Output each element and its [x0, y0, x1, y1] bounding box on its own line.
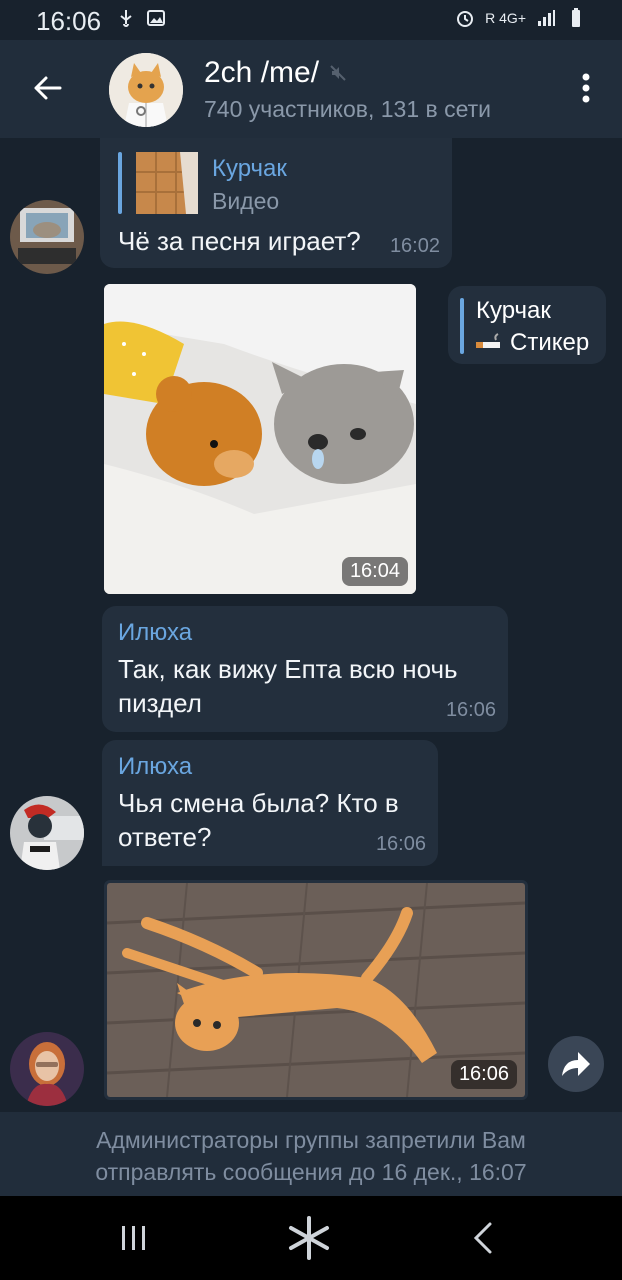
cat-laptop-avatar: [10, 200, 84, 274]
image-icon: [147, 10, 165, 26]
reply-type: Видео: [212, 188, 280, 214]
santa-avatar: [10, 796, 84, 870]
media-time: 16:06: [450, 1060, 517, 1089]
message-time: 16:06: [445, 699, 496, 721]
photo-message[interactable]: 16:06: [104, 880, 528, 1100]
alarm-icon: [457, 11, 474, 27]
message-bubble[interactable]: Курчак Видео Чё за песня играет? 16:02: [100, 138, 452, 268]
battery-icon: [572, 8, 580, 27]
video-thumbnail-image: [136, 152, 198, 214]
reply-type: Стикер: [510, 329, 590, 356]
usb-icon: [120, 10, 132, 27]
message-sender: Илюха: [118, 753, 193, 780]
network-type-label: R 4G+: [485, 10, 526, 26]
reply-sender: Курчак: [212, 155, 287, 182]
system-nav-bar: [0, 1196, 622, 1280]
avatar[interactable]: [10, 1032, 84, 1106]
recent-apps-icon[interactable]: [110, 1216, 158, 1260]
message-bubble[interactable]: Илюха Чья смена была? Кто в ответе? 16:0…: [102, 740, 438, 866]
restriction-line-2: отправлять сообщения до 16 дек., 16:07: [95, 1159, 527, 1185]
cigarette-icon: [476, 333, 500, 348]
more-vertical-icon[interactable]: [580, 72, 592, 104]
media-time: 16:04: [341, 557, 408, 586]
crying-cat-photo: [104, 284, 416, 594]
message-text: Так, как вижу Епта всю ночь пиздел: [118, 654, 458, 718]
reply-indicator: [460, 298, 464, 354]
status-icons-left: [116, 8, 166, 28]
restriction-notice: Администраторы группы запретили Вам отпр…: [0, 1112, 622, 1196]
status-icons-right: R 4G+: [455, 8, 586, 28]
avatar[interactable]: [10, 200, 84, 274]
status-bar: 16:06 R 4G+: [0, 0, 622, 40]
forward-button[interactable]: [548, 1036, 604, 1092]
signal-icon: [538, 10, 555, 26]
message-sender: Илюха: [118, 619, 193, 646]
arrow-left-icon[interactable]: [26, 66, 70, 110]
mute-icon: [330, 65, 346, 81]
reply-indicator: [118, 152, 122, 214]
message-time: 16:02: [389, 235, 440, 257]
reply-sender: Курчак: [476, 297, 551, 324]
share-arrow-icon: [562, 1052, 590, 1076]
message-text: Чья смена была? Кто в ответе?: [118, 788, 399, 852]
chat-header: 2ch /me/ 740 участников, 131 в сети: [0, 40, 622, 138]
message-bubble[interactable]: Илюха Так, как вижу Епта всю ночь пиздел…: [102, 606, 508, 732]
chat-messages[interactable]: Курчак Видео Чё за песня играет? 16:02 1…: [0, 138, 622, 1112]
chat-title-text: 2ch /me/: [204, 56, 320, 89]
back-chevron-icon[interactable]: [460, 1216, 508, 1260]
doctor-cat-image: [109, 53, 183, 127]
chat-title[interactable]: 2ch /me/: [204, 56, 347, 90]
group-avatar[interactable]: [109, 53, 183, 127]
chat-subtitle: 740 участников, 131 в сети: [204, 96, 492, 122]
photo-message[interactable]: 16:04: [104, 284, 416, 594]
home-snowflake-icon[interactable]: [285, 1216, 333, 1260]
avatar[interactable]: [10, 796, 84, 870]
restriction-line-1: Администраторы группы запретили Вам: [96, 1127, 526, 1153]
message-time: 16:06: [375, 833, 426, 855]
reply-thumbnail: [136, 152, 198, 214]
status-time: 16:06: [36, 6, 102, 36]
message-text: Чё за песня играет?: [118, 226, 361, 256]
sticker-reply-bubble[interactable]: Курчак Стикер: [448, 286, 606, 364]
woman-avatar: [10, 1032, 84, 1106]
